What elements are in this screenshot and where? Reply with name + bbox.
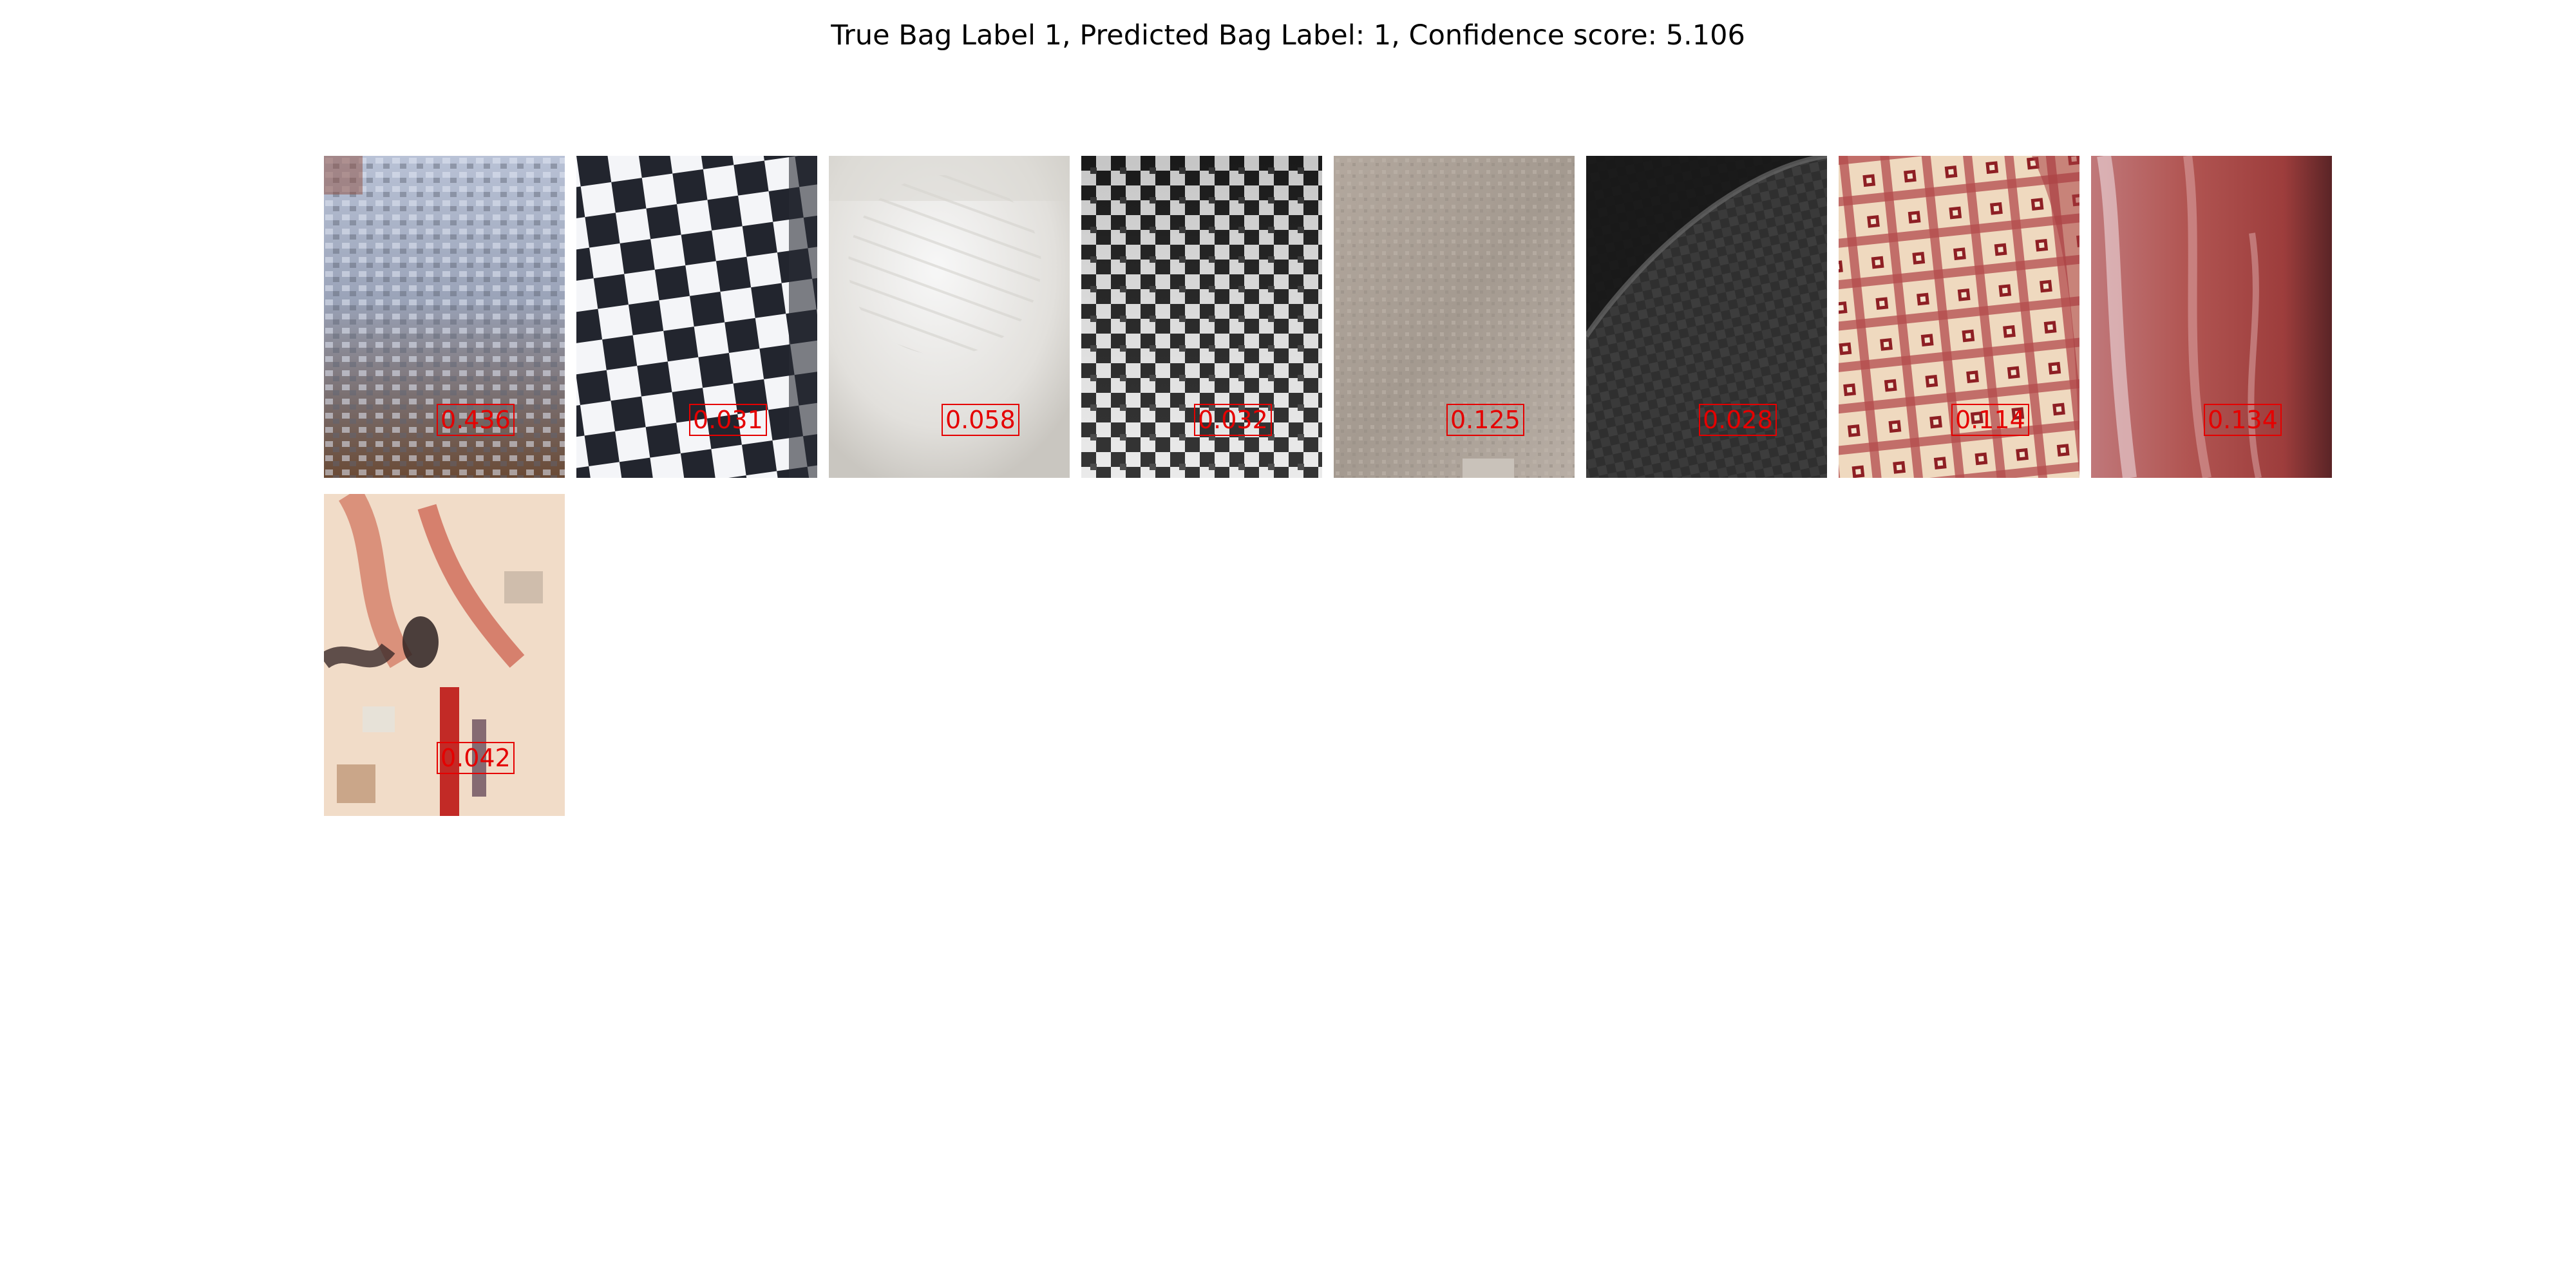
instance-tile-7: 0.114 — [1839, 156, 2079, 478]
instance-score-2: 0.031 — [689, 404, 767, 436]
instance-score-9: 0.042 — [437, 742, 515, 774]
figure-title: True Bag Label 1, Predicted Bag Label: 1… — [831, 19, 1745, 52]
instance-tile-9: 0.042 — [324, 494, 565, 816]
instance-score-7: 0.114 — [1951, 404, 2029, 436]
instance-score-1: 0.436 — [437, 404, 515, 436]
instance-tile-4: 0.032 — [1081, 156, 1322, 478]
instance-tile-2: 0.031 — [576, 156, 817, 478]
instance-tile-8: 0.134 — [2091, 156, 2332, 478]
instance-score-6: 0.028 — [1699, 404, 1777, 436]
instance-score-5: 0.125 — [1446, 404, 1524, 436]
instance-tile-1: 0.436 — [324, 156, 565, 478]
instance-score-8: 0.134 — [2204, 404, 2282, 436]
instance-tile-3: 0.058 — [829, 156, 1070, 478]
instance-score-4: 0.032 — [1194, 404, 1272, 436]
instance-score-3: 0.058 — [942, 404, 1019, 436]
instance-tile-6: 0.028 — [1586, 156, 1827, 478]
instance-tile-5: 0.125 — [1334, 156, 1575, 478]
